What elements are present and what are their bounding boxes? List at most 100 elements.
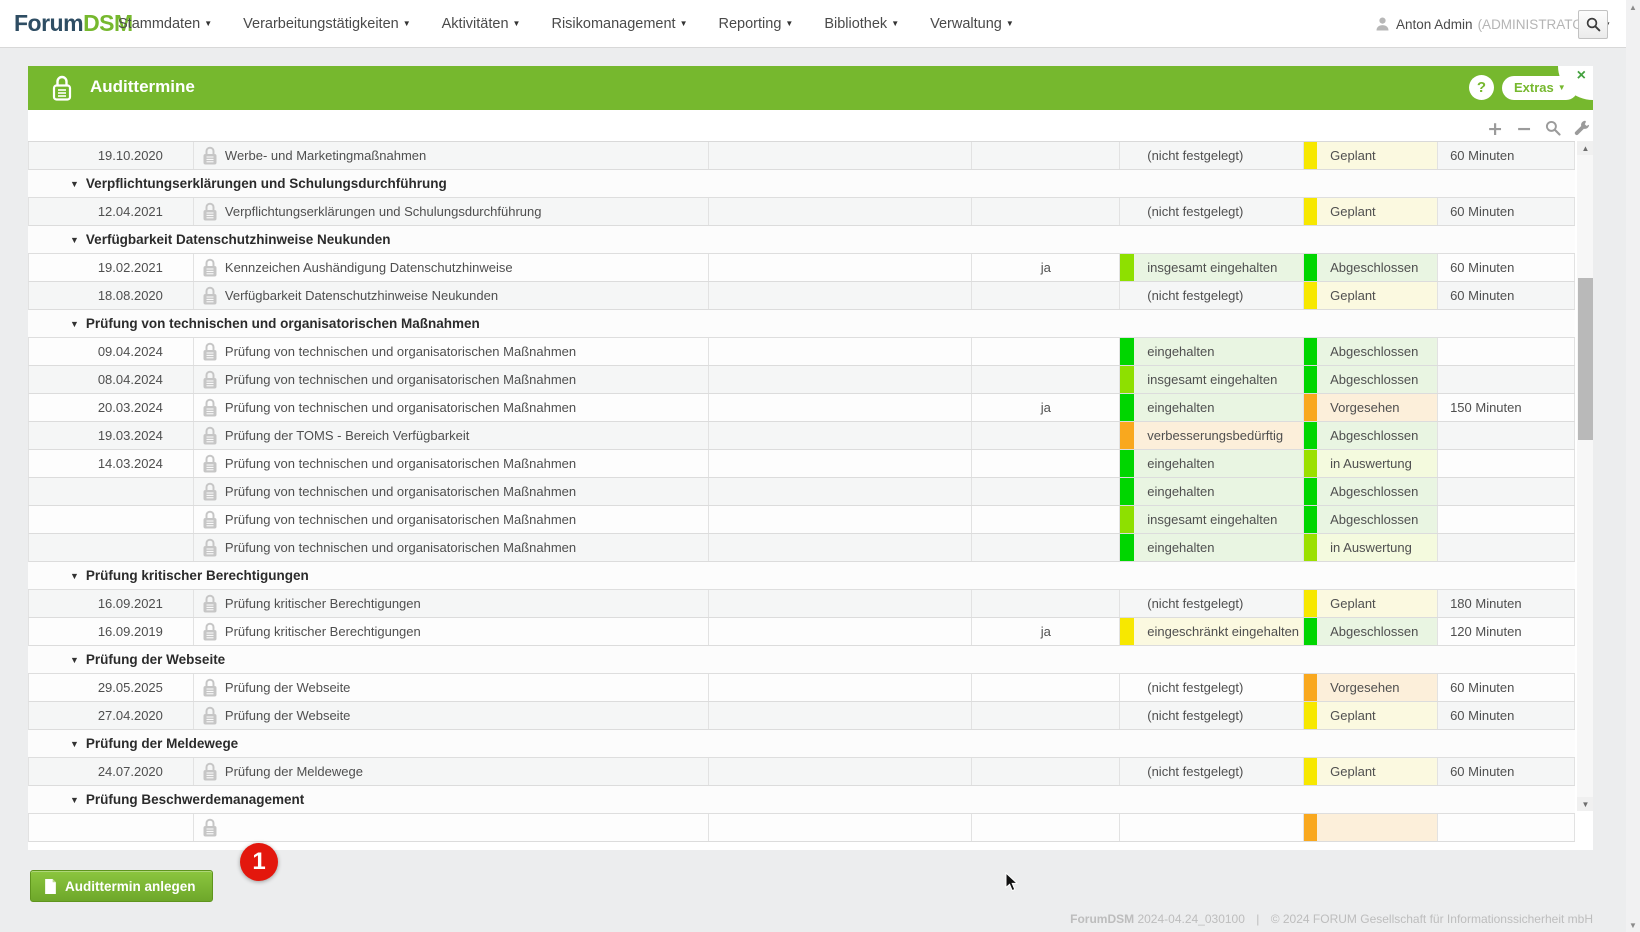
cell-confirmed	[972, 590, 1120, 617]
cell-result: (nicht festgelegt)	[1120, 142, 1304, 169]
collapse-triangle-icon[interactable]: ▼	[70, 235, 79, 245]
page-scrollbar[interactable]: ▲ ▼	[1626, 0, 1640, 932]
cell-description-value: Prüfung von technischen und organisatori…	[225, 484, 576, 499]
scroll-down-icon[interactable]: ▼	[1626, 918, 1640, 932]
table-scroll-up-icon[interactable]: ▲	[1577, 141, 1593, 155]
cell-empty	[709, 590, 973, 617]
add-icon[interactable]: +	[1487, 121, 1503, 137]
table-row[interactable]: Prüfung von technischen und organisatori…	[28, 534, 1575, 562]
cell-result: insgesamt eingehalten	[1120, 506, 1304, 533]
user-icon	[1376, 17, 1389, 31]
remove-icon[interactable]: −	[1516, 121, 1532, 137]
collapse-triangle-icon[interactable]: ▼	[70, 319, 79, 329]
cell-status: Abgeschlossen	[1304, 254, 1438, 281]
cell-duration	[1438, 534, 1575, 561]
table-row[interactable]: Prüfung von technischen und organisatori…	[28, 478, 1575, 506]
table-row[interactable]: 19.02.2021 Kennzeichen Aushändigung Daten…	[28, 254, 1575, 282]
cell-confirmed	[972, 450, 1120, 477]
nav-menu-3[interactable]: Aktivitäten▼	[442, 16, 521, 32]
group-label: Prüfung kritischer Berechtigungen	[86, 568, 309, 583]
cell-date-value: 08.04.2024	[98, 372, 163, 387]
cell-description: Prüfung von technischen und organisatori…	[194, 534, 709, 561]
footer-divider: |	[1256, 912, 1259, 926]
nav-menu-6[interactable]: Bibliothek▼	[824, 16, 899, 32]
table-row[interactable]: 18.08.2020Verfügbarkeit Datenschutzhinwe…	[28, 282, 1575, 310]
collapse-triangle-icon[interactable]: ▼	[70, 739, 79, 749]
collapse-triangle-icon[interactable]: ▼	[70, 655, 79, 665]
status-color-bar	[1304, 366, 1317, 393]
collapse-triangle-icon[interactable]: ▼	[70, 179, 79, 189]
cell-confirmed	[972, 534, 1120, 561]
lock-icon	[202, 678, 218, 698]
group-row[interactable]: ▼Prüfung der Meldewege	[28, 730, 1575, 758]
table-row[interactable]: 24.07.2020Prüfung der Meldewege(nicht fe…	[28, 758, 1575, 786]
table-row[interactable]: 12.04.2021Verpflichtungserklärungen und …	[28, 198, 1575, 226]
lock-icon	[202, 398, 218, 418]
group-row[interactable]: ▼ Prüfung kritischer Berechtigungen	[28, 562, 1575, 590]
nav-menu-1[interactable]: Stammdaten▼	[118, 16, 212, 32]
user-name: Anton Admin	[1396, 17, 1473, 32]
group-row[interactable]: ▼Verpflichtungserklärungen und Schulungs…	[28, 170, 1575, 198]
status-color-bar	[1304, 254, 1317, 281]
table-row[interactable]: 29.05.2025Prüfung der Webseite(nicht fes…	[28, 674, 1575, 702]
group-row[interactable]: ▼Verfügbarkeit Datenschutzhinweise Neuku…	[28, 226, 1575, 254]
nav-menu-7[interactable]: Verwaltung▼	[930, 16, 1014, 32]
footer-copyright: © 2024 FORUM Gesellschaft für Informatio…	[1271, 912, 1593, 926]
table-row[interactable]: 19.03.2024Prüfung der TOMS - Bereich Ver…	[28, 422, 1575, 450]
create-audit-button[interactable]: Audittermin anlegen	[30, 870, 213, 902]
user-menu[interactable]: Anton Admin (ADMINISTRATOR) ▼	[1376, 0, 1611, 48]
table-row[interactable]: 27.04.2020Prüfung der Webseite(nicht fes…	[28, 702, 1575, 730]
status-color-bar	[1120, 422, 1134, 449]
lock-icon	[202, 454, 218, 474]
collapse-triangle-icon[interactable]: ▼	[70, 571, 79, 581]
footer-version: 2024-04.24_030100	[1137, 912, 1244, 926]
cell-confirmed	[972, 674, 1120, 701]
cell-empty	[709, 254, 973, 281]
cell-status-value: Vorgesehen	[1330, 400, 1399, 415]
cell-status-value: Geplant	[1330, 596, 1376, 611]
global-search-button[interactable]	[1578, 10, 1608, 39]
cell-empty	[709, 282, 973, 309]
wrench-icon[interactable]	[1574, 120, 1590, 138]
lock-icon	[202, 510, 218, 530]
cell-status: Abgeschlossen	[1304, 366, 1438, 393]
table-scrollbar[interactable]: ▲ ▼	[1577, 141, 1593, 811]
help-button[interactable]: ?	[1469, 75, 1494, 100]
zoom-icon[interactable]	[1545, 120, 1561, 138]
cell-date: 09.04.2024	[29, 338, 194, 365]
nav-menu-4[interactable]: Risikomanagement▼	[551, 16, 687, 32]
table-scroll-down-icon[interactable]: ▼	[1577, 797, 1593, 811]
nav-menu-2[interactable]: Verarbeitungstätigkeiten▼	[243, 16, 411, 32]
group-row[interactable]: ▼Prüfung der Webseite	[28, 646, 1575, 674]
group-row[interactable]: ▼Prüfung von technischen und organisator…	[28, 310, 1575, 338]
table-row[interactable]	[28, 814, 1575, 842]
table-row[interactable]: 19.10.2020Werbe- und Marketingmaßnahmen(…	[28, 142, 1575, 170]
lock-icon	[202, 202, 218, 222]
cell-date: 19.03.2024	[29, 422, 194, 449]
status-color-bar	[1304, 674, 1317, 701]
table-row[interactable]: 20.03.2024Prüfung von technischen und or…	[28, 394, 1575, 422]
table-row[interactable]: 16.09.2021Prüfung kritischer Berechtigun…	[28, 590, 1575, 618]
table-row[interactable]: Prüfung von technischen und organisatori…	[28, 506, 1575, 534]
collapse-triangle-icon[interactable]: ▼	[70, 795, 79, 805]
cell-description-value: Kennzeichen Aushändigung Datenschutzhinw…	[225, 260, 513, 275]
nav-menu-5[interactable]: Reporting▼	[719, 16, 794, 32]
cell-date-value: 27.04.2020	[98, 708, 163, 723]
logo-forum: Forum	[14, 10, 83, 36]
cell-date	[29, 814, 194, 841]
cell-description-value: Prüfung kritischer Berechtigungen	[225, 596, 421, 611]
lock-icon	[202, 286, 218, 306]
cell-description: Prüfung von technischen und organisatori…	[194, 506, 709, 533]
table-row[interactable]: 14.03.2024Prüfung von technischen und or…	[28, 450, 1575, 478]
table-row[interactable]: 08.04.2024 Prüfung von technischen und or…	[28, 366, 1575, 394]
scroll-up-icon[interactable]: ▲	[1626, 0, 1640, 14]
table-row[interactable]: 16.09.2019Prüfung kritischer Berechtigun…	[28, 618, 1575, 646]
cell-description: Prüfung von technischen und organisatori…	[194, 366, 709, 393]
group-row[interactable]: ▼Prüfung Beschwerdemanagement	[28, 786, 1575, 814]
cell-status: Geplant	[1304, 702, 1438, 729]
app-logo[interactable]: ForumDSM	[14, 10, 133, 37]
table-scrollbar-thumb[interactable]	[1578, 278, 1593, 440]
table-row[interactable]: 09.04.2024Prüfung von technischen und or…	[28, 338, 1575, 366]
cell-date: 19.02.2021	[29, 254, 194, 281]
lock-icon	[202, 818, 218, 838]
